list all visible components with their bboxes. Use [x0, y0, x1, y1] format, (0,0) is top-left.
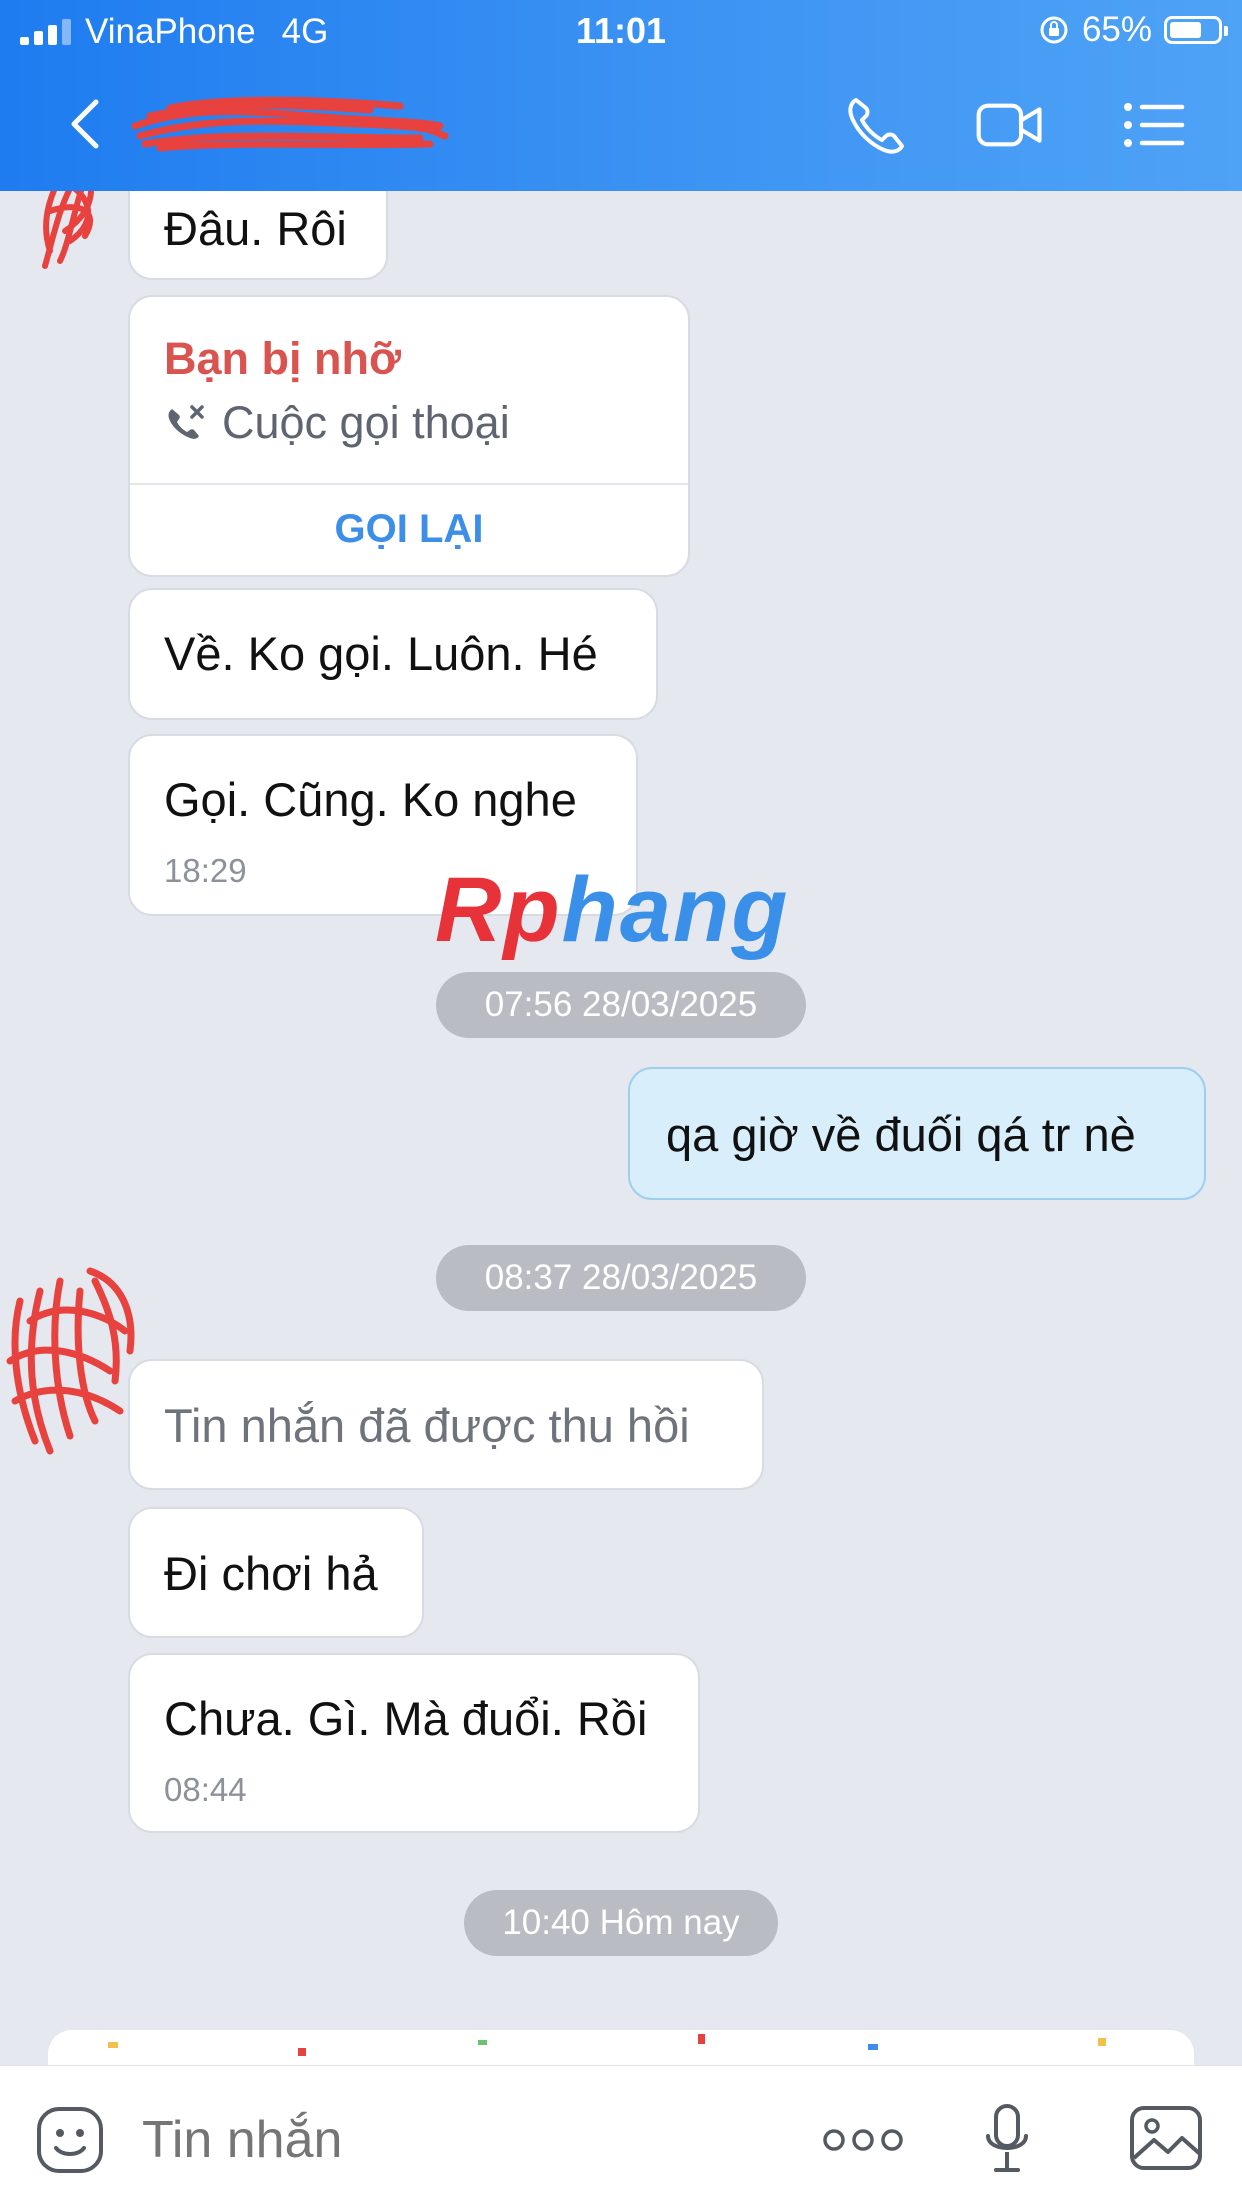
message-bubble[interactable]: Chưa. Gì. Mà đuổi. Rồi 08:44 — [128, 1653, 700, 1833]
message-text: Gọi. Cũng. Ko nghe — [164, 773, 577, 826]
message-input-bar — [0, 2065, 1242, 2209]
chevron-left-icon[interactable] — [58, 94, 118, 154]
chat-header — [0, 62, 1242, 191]
message-text: Về. Ko gọi. Luôn. Hé — [164, 627, 598, 680]
outgoing-message-bubble[interactable]: qa giờ về đuối qá tr nè — [628, 1067, 1206, 1200]
battery-percent: 65% — [1081, 10, 1152, 49]
call-back-button[interactable]: GỌI LẠI — [130, 507, 688, 552]
message-bubble[interactable]: Đâu. Rôi — [128, 191, 388, 280]
more-icon[interactable] — [822, 2126, 904, 2154]
top-bar: VinaPhone 4G 11:01 65% — [0, 0, 1242, 191]
message-input[interactable] — [142, 2110, 702, 2170]
message-bubble[interactable]: Đi chơi hả — [128, 1507, 424, 1638]
missed-call-icon — [168, 405, 204, 439]
battery-icon — [1164, 16, 1228, 44]
message-text: Đâu. Rôi — [164, 202, 347, 255]
status-bar: VinaPhone 4G 11:01 65% — [0, 0, 1242, 62]
missed-call-subtitle: Cuộc gọi thoại — [164, 397, 510, 449]
divider — [130, 483, 688, 485]
watermark-logo: Rphang — [435, 859, 790, 961]
message-text: Tin nhắn đã được thu hồi — [164, 1399, 690, 1452]
message-bubble[interactable]: Về. Ko gọi. Luôn. Hé — [128, 588, 658, 720]
missed-call-card: Bạn bị nhỡ Cuộc gọi thoại GỌI LẠI — [128, 295, 690, 577]
message-text: Đi chơi hả — [164, 1547, 378, 1600]
image-icon[interactable] — [1128, 2104, 1204, 2172]
date-separator: 10:40 Hôm nay — [464, 1890, 778, 1956]
sticker-icon[interactable] — [34, 2104, 106, 2176]
message-time: 18:29 — [164, 852, 247, 889]
video-camera-icon[interactable] — [975, 92, 1045, 158]
redacted-avatar — [42, 191, 94, 269]
date-separator: 07:56 28/03/2025 — [436, 972, 806, 1038]
recalled-message-bubble[interactable]: Tin nhắn đã được thu hồi — [128, 1359, 764, 1490]
redacted-avatar — [6, 1267, 135, 1455]
chat-area[interactable]: Đâu. Rôi Bạn bị nhỡ Cuộc gọi thoại GỌI L… — [0, 191, 1242, 2065]
microphone-icon[interactable] — [982, 2102, 1032, 2178]
message-text: qa giờ về đuối qá tr nè — [666, 1108, 1136, 1161]
rotation-lock-icon — [1040, 16, 1068, 44]
status-right: 65% — [1038, 10, 1228, 50]
menu-list-icon[interactable] — [1120, 92, 1190, 158]
phone-icon[interactable] — [842, 92, 912, 158]
missed-call-type: Cuộc gọi thoại — [222, 397, 510, 448]
confetti-decoration — [108, 2034, 1106, 2056]
missed-call-title: Bạn bị nhỡ — [164, 333, 401, 384]
message-time: 08:44 — [164, 1771, 247, 1808]
date-separator: 08:37 28/03/2025 — [436, 1245, 806, 1311]
redacted-contact-name — [131, 96, 449, 152]
message-text: Chưa. Gì. Mà đuổi. Rồi — [164, 1692, 648, 1745]
partial-card — [48, 2030, 1194, 2070]
